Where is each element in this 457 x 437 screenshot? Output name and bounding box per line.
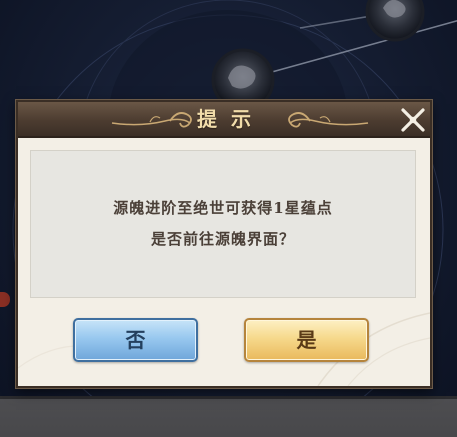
close-icon — [401, 108, 425, 132]
dialog-title-bar: 提示 — [18, 102, 430, 138]
no-button[interactable]: 否 — [73, 318, 198, 362]
message-text: 源魄进阶至绝世可获得1星蕴点 — [113, 199, 333, 217]
confirm-question: 是否前往源魄界面？ — [150, 230, 295, 248]
yes-button[interactable]: 是 — [244, 318, 369, 362]
bottom-bar — [0, 396, 457, 437]
close-button[interactable] — [398, 105, 428, 135]
constellation-node — [365, 0, 425, 42]
swirl-ornament-icon — [288, 112, 369, 128]
message-panel: 源魄进阶至绝世可获得1星蕴点 是否前往源魄界面？ — [30, 150, 416, 298]
prompt-dialog: 提示 源魄进阶至绝世可获得1星蕴点 是否前往源魄界面？ 否 是 — [16, 100, 432, 388]
